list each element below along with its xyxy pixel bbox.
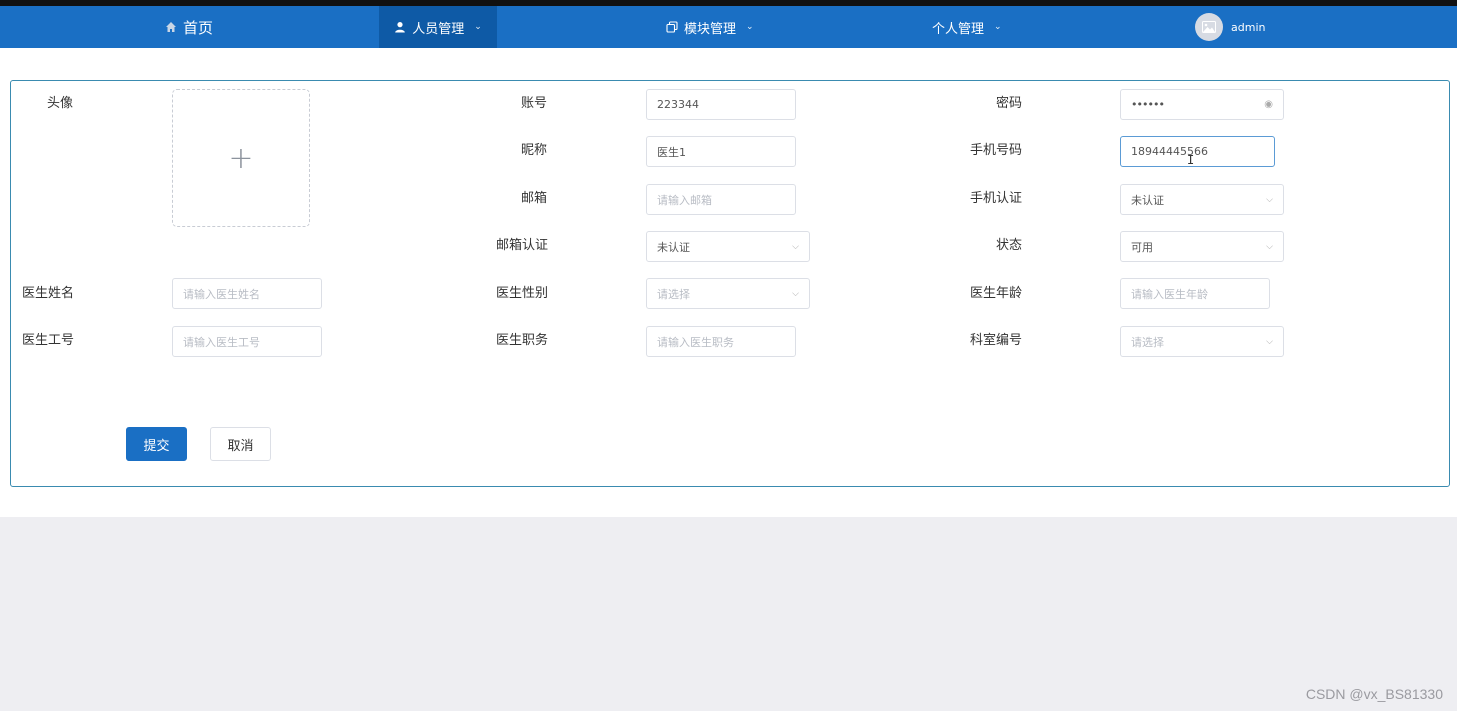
phone-auth-select[interactable]: 未认证 ⌵: [1120, 184, 1284, 215]
nav-module-management[interactable]: 模块管理 ⌄: [666, 6, 754, 48]
image-placeholder-icon: [1202, 21, 1216, 33]
nickname-input[interactable]: 医生1: [646, 136, 796, 167]
dept-select[interactable]: 请选择 ⌵: [1120, 326, 1284, 357]
chevron-down-icon: ⌄: [994, 22, 1002, 32]
doctor-form: 头像 + 账号 223344 密码 •••••• ◉ 昵称 医生1 手机号码 1…: [10, 80, 1450, 487]
submit-button[interactable]: 提交: [126, 427, 187, 461]
nickname-label: 昵称: [521, 143, 548, 158]
age-placeholder: 请输入医生年龄: [1131, 287, 1208, 301]
email-label: 邮箱: [521, 191, 548, 206]
cancel-button[interactable]: 取消: [210, 427, 271, 461]
chevron-down-icon: ⌵: [1266, 336, 1273, 347]
doctor-name-input[interactable]: 请输入医生姓名: [172, 278, 322, 309]
plus-icon: +: [228, 140, 254, 176]
position-input[interactable]: 请输入医生职务: [646, 326, 796, 357]
nav-personal-label: 个人管理: [932, 21, 985, 37]
user-icon: [395, 22, 406, 33]
nav-user-menu[interactable]: admin: [1195, 6, 1265, 48]
top-navbar: 首页 人员管理 ⌄ 模块管理 ⌄ 个人管理 ⌄ admin: [0, 6, 1457, 48]
eye-icon[interactable]: ◉: [1264, 99, 1273, 110]
copy-icon: [666, 21, 678, 33]
gender-placeholder: 请选择: [657, 287, 690, 301]
chevron-down-icon: ⌵: [1266, 194, 1273, 205]
nickname-value: 医生1: [657, 145, 686, 159]
phone-value: 18944445566: [1131, 145, 1208, 158]
chevron-down-icon: ⌵: [792, 241, 799, 252]
phone-auth-value: 未认证: [1131, 193, 1164, 207]
account-input[interactable]: 223344: [646, 89, 796, 120]
watermark: CSDN @vx_BS81330: [1305, 686, 1443, 702]
nav-home-label: 首页: [183, 18, 214, 37]
email-auth-value: 未认证: [657, 240, 690, 254]
status-select[interactable]: 可用 ⌵: [1120, 231, 1284, 262]
avatar-label: 头像: [47, 96, 74, 111]
avatar: [1195, 13, 1223, 41]
nav-module-label: 模块管理: [684, 21, 737, 37]
dept-placeholder: 请选择: [1131, 335, 1164, 349]
nav-home[interactable]: 首页: [165, 6, 213, 48]
account-label: 账号: [521, 96, 548, 111]
password-label: 密码: [996, 96, 1023, 111]
position-label: 医生职务: [496, 333, 549, 348]
chevron-down-icon: ⌄: [474, 22, 482, 32]
main-content: 头像 + 账号 223344 密码 •••••• ◉ 昵称 医生1 手机号码 1…: [0, 48, 1457, 517]
position-placeholder: 请输入医生职务: [657, 335, 734, 349]
phone-input[interactable]: 18944445566: [1120, 136, 1275, 167]
nav-username: admin: [1231, 20, 1266, 34]
dept-label: 科室编号: [970, 333, 1023, 348]
password-input[interactable]: •••••• ◉: [1120, 89, 1284, 120]
email-input[interactable]: 请输入邮箱: [646, 184, 796, 215]
text-cursor-icon: I: [1187, 153, 1195, 167]
email-placeholder: 请输入邮箱: [657, 193, 712, 207]
avatar-upload[interactable]: +: [172, 89, 310, 227]
doctor-name-placeholder: 请输入医生姓名: [183, 287, 260, 301]
age-input[interactable]: 请输入医生年龄: [1120, 278, 1270, 309]
phone-auth-label: 手机认证: [970, 191, 1023, 206]
email-auth-select[interactable]: 未认证 ⌵: [646, 231, 810, 262]
phone-label: 手机号码: [970, 143, 1023, 158]
chevron-down-icon: ⌄: [746, 22, 754, 32]
chevron-down-icon: ⌵: [792, 288, 799, 299]
job-no-label: 医生工号: [22, 333, 75, 348]
job-no-input[interactable]: 请输入医生工号: [172, 326, 322, 357]
gender-select[interactable]: 请选择 ⌵: [646, 278, 810, 309]
doctor-name-label: 医生姓名: [22, 286, 75, 301]
status-label: 状态: [996, 238, 1023, 253]
email-auth-label: 邮箱认证: [496, 238, 549, 253]
nav-people-management[interactable]: 人员管理 ⌄: [379, 6, 497, 48]
home-icon: [166, 22, 176, 32]
nav-people-label: 人员管理: [412, 21, 465, 37]
nav-personal-management[interactable]: 个人管理 ⌄: [932, 6, 1002, 48]
account-value: 223344: [657, 98, 699, 111]
age-label: 医生年龄: [970, 286, 1023, 301]
gender-label: 医生性别: [496, 286, 549, 301]
password-value: ••••••: [1131, 98, 1165, 111]
chevron-down-icon: ⌵: [1266, 241, 1273, 252]
job-no-placeholder: 请输入医生工号: [183, 335, 260, 349]
status-value: 可用: [1131, 240, 1153, 254]
